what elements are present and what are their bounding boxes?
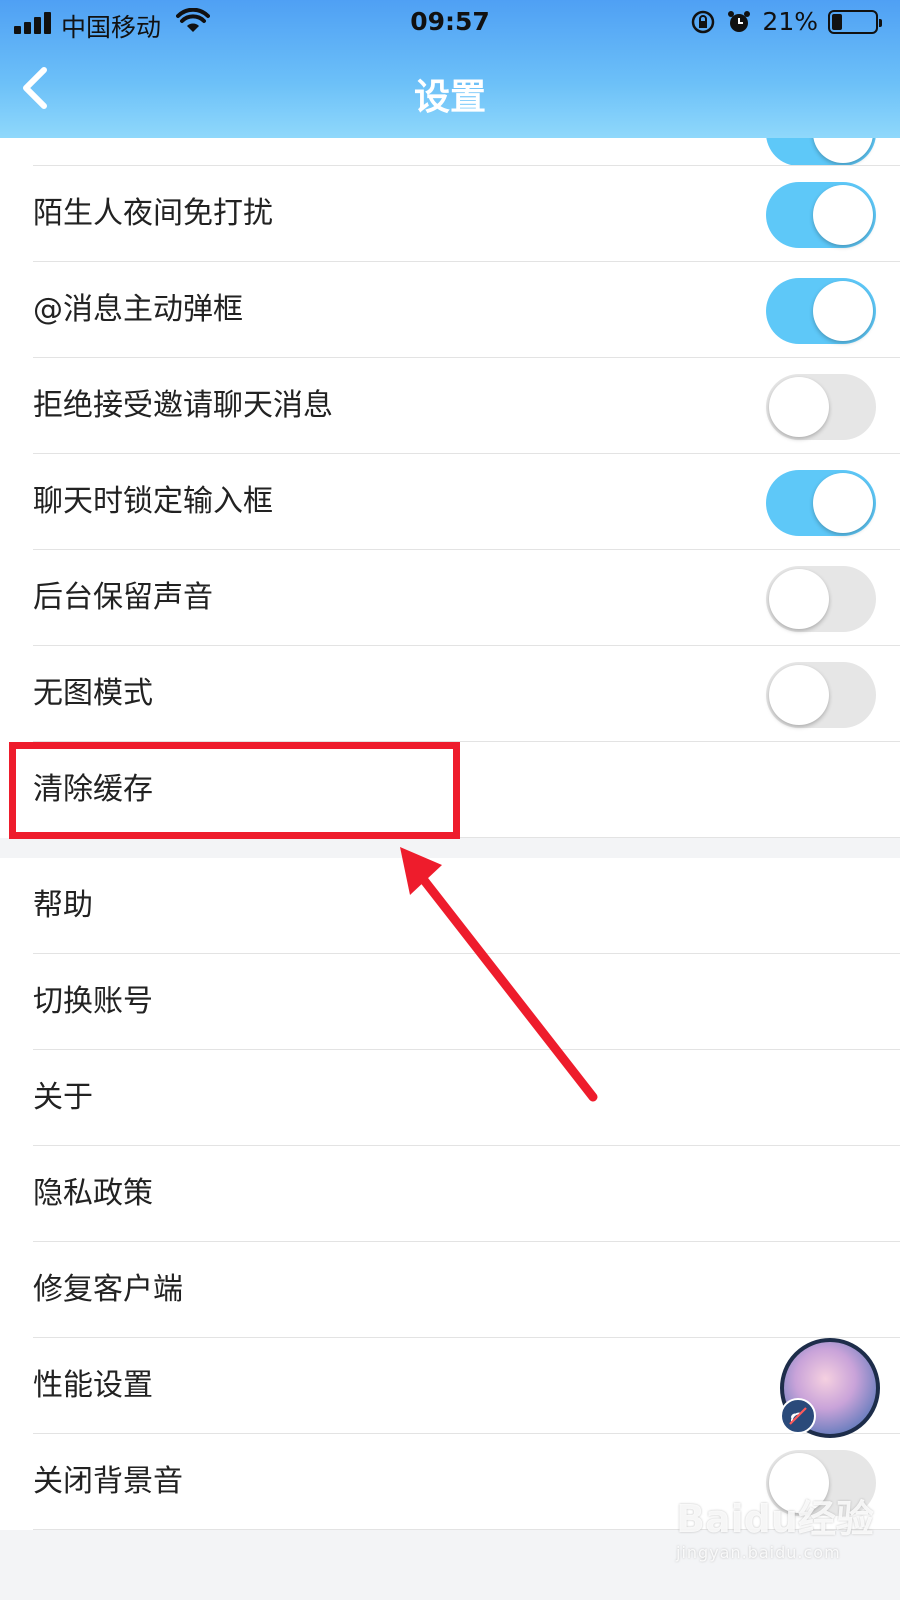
settings-row[interactable]: 聊天时锁定输入框 bbox=[0, 454, 900, 550]
settings-row-label: 拒绝接受邀请聊天消息 bbox=[33, 388, 333, 423]
toggle-knob bbox=[769, 665, 829, 725]
settings-row[interactable]: 隐私政策 bbox=[0, 1146, 900, 1242]
settings-row-label: 关闭背景音 bbox=[33, 1464, 183, 1499]
toggle-knob bbox=[769, 377, 829, 437]
status-right: 21% bbox=[690, 7, 882, 36]
settings-row-label: 切换账号 bbox=[33, 984, 153, 1019]
toggle-switch[interactable] bbox=[766, 662, 876, 728]
settings-row-label: 无图模式 bbox=[33, 676, 153, 711]
settings-row[interactable]: @消息主动弹框 bbox=[0, 262, 900, 358]
settings-row-label: 关于 bbox=[33, 1080, 93, 1115]
settings-row[interactable]: 陌生人夜间免打扰 bbox=[0, 166, 900, 262]
settings-row[interactable]: 无图模式 bbox=[0, 646, 900, 742]
battery-icon bbox=[828, 9, 882, 34]
settings-row-label: 修复客户端 bbox=[33, 1272, 183, 1307]
app-header: 中国移动 09:57 21% 设置 bbox=[0, 0, 900, 138]
watermark: Baidu经验 jingyan.baidu.com bbox=[676, 1488, 876, 1562]
settings-row-label: 陌生人夜间免打扰 bbox=[33, 196, 273, 231]
battery-percent: 21% bbox=[762, 7, 818, 36]
settings-group-1: 陌生人夜间免打扰 @消息主动弹框拒绝接受邀请聊天消息 聊天时锁定输入框 后台保留声音无… bbox=[0, 166, 900, 838]
settings-row-label: @消息主动弹框 bbox=[33, 292, 243, 327]
highlight-box bbox=[9, 742, 460, 839]
rotation-lock-icon bbox=[692, 10, 715, 33]
toggle-switch[interactable] bbox=[766, 374, 876, 440]
settings-row[interactable]: 修复客户端 bbox=[0, 1242, 900, 1338]
settings-row[interactable]: 拒绝接受邀请聊天消息 bbox=[0, 358, 900, 454]
settings-row-label: 隐私政策 bbox=[33, 1176, 153, 1211]
partial-row bbox=[0, 138, 900, 166]
annotation-arrow-icon bbox=[400, 847, 598, 1102]
settings-row-label: 聊天时锁定输入框 bbox=[33, 484, 273, 519]
sound-off-icon[interactable] bbox=[780, 1398, 816, 1434]
toggle-knob bbox=[813, 185, 873, 245]
toggle-switch[interactable] bbox=[766, 470, 876, 536]
toggle-knob bbox=[813, 281, 873, 341]
alarm-icon bbox=[728, 10, 751, 32]
toggle-switch[interactable] bbox=[766, 278, 876, 344]
settings-row[interactable]: 性能设置 bbox=[0, 1338, 900, 1434]
toggle-knob bbox=[813, 473, 873, 533]
settings-row[interactable]: 后台保留声音 bbox=[0, 550, 900, 646]
settings-row-label: 后台保留声音 bbox=[33, 580, 213, 615]
partial-toggle[interactable] bbox=[766, 138, 876, 166]
settings-row-label: 帮助 bbox=[33, 888, 93, 923]
toggle-switch[interactable] bbox=[766, 182, 876, 248]
toggle-switch[interactable] bbox=[766, 566, 876, 632]
watermark-brand: Baidu经验 bbox=[676, 1497, 874, 1541]
page-title: 设置 bbox=[413, 77, 486, 118]
watermark-url: jingyan.baidu.com bbox=[676, 1543, 841, 1562]
toggle-knob bbox=[769, 569, 829, 629]
settings-row-label: 性能设置 bbox=[33, 1368, 153, 1403]
status-bar: 中国移动 09:57 21% bbox=[0, 0, 900, 44]
